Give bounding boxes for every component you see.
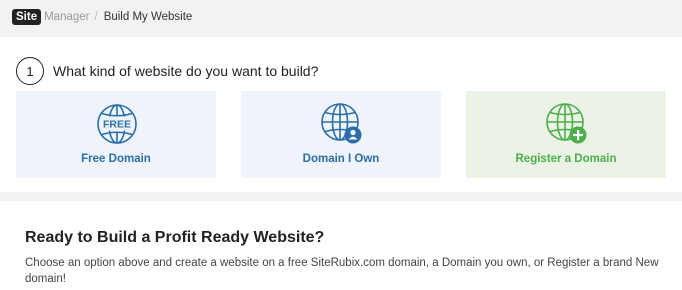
step-number-badge: 1 (16, 57, 44, 85)
option-label: Register a Domain (515, 153, 617, 165)
option-domain-i-own[interactable]: Domain I Own (241, 91, 441, 178)
breadcrumb-separator: / (94, 10, 98, 23)
info-description: Choose an option above and create a webs… (25, 257, 659, 285)
breadcrumb: Site Manager / Build My Website (0, 0, 682, 33)
website-type-panel: 1 What kind of website do you want to bu… (0, 37, 682, 192)
info-title: Ready to Build a Profit Ready Website? (25, 229, 325, 246)
option-label: Domain I Own (302, 153, 380, 165)
breadcrumb-current: Build My Website (103, 10, 193, 23)
site-logo-box[interactable]: Site (12, 8, 42, 25)
globe-plus-icon (546, 103, 587, 144)
option-register-domain[interactable]: Register a Domain (466, 91, 666, 178)
site-logo-text[interactable]: Manager (44, 11, 89, 23)
step-header: 1 What kind of website do you want to bu… (16, 57, 318, 85)
globe-free-icon: FREE (97, 104, 137, 144)
step-question: What kind of website do you want to buil… (53, 63, 319, 79)
globe-user-icon (321, 103, 362, 144)
option-label: Free Domain (81, 153, 151, 165)
option-free-domain[interactable]: FREE Free Domain (16, 91, 216, 178)
info-section: Ready to Build a Profit Ready Website? C… (0, 201, 682, 290)
free-badge-text: FREE (103, 119, 131, 131)
